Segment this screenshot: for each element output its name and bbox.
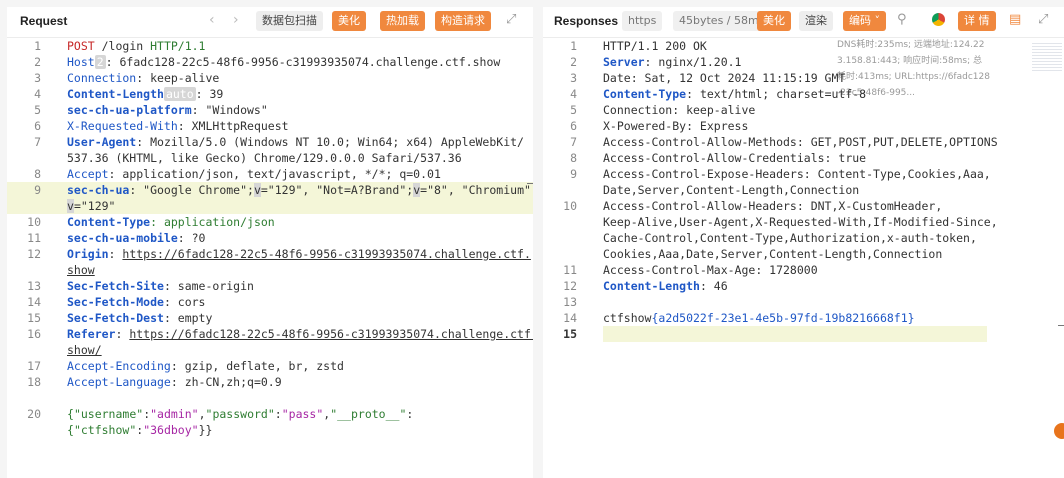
code-line: 1 POST /login HTTP/1.1 <box>34 39 206 53</box>
code-line: 6 X-Requested-With: XMLHttpRequest <box>34 119 289 133</box>
code-line: 2 Server: nginx/1.20.1 <box>570 55 742 69</box>
expand-icon[interactable]: ⤢ <box>1038 12 1048 27</box>
code-line: 7 Access-Control-Allow-Methods: GET,POST,… <box>570 135 998 149</box>
code-line-wrap: Cookies,Aaa,Date,Server,Content-Length,C… <box>603 247 943 261</box>
code-line-highlighted: 9 sec-ch-ua: "Google Chrome";v="129", "No… <box>7 182 533 198</box>
message-icon[interactable]: ▤ <box>1009 12 1021 27</box>
code-line: 13 <box>563 295 577 309</box>
code-line-wrap: show <box>67 263 95 277</box>
code-line: 14 Sec-Fetch-Mode: cors <box>27 295 206 309</box>
code-line: 5 sec-ch-ua-platform: "Windows" <box>34 103 268 117</box>
back-arrow-icon[interactable]: ‹ <box>209 12 215 28</box>
code-line: 20 {"username":"admin","password":"pass",… <box>27 407 414 421</box>
code-line: 18 Accept-Language: zh-CN,zh;q=0.9 <box>27 375 282 389</box>
code-line: 2 Host 2: 6fadc128-22c5-48f6-9956-c3199393… <box>34 55 501 69</box>
code-line: 1 HTTP/1.1 200 OK <box>570 39 707 53</box>
construct-request-button[interactable]: 构造请求 <box>435 11 491 31</box>
detail-button[interactable]: 详 情 <box>958 11 996 31</box>
code-line: 17 Accept-Encoding: gzip, deflate, br, zs… <box>27 359 344 373</box>
scroll-marker <box>527 183 533 184</box>
code-line: 15 Sec-Fetch-Dest: empty <box>27 311 213 325</box>
code-line-wrap: 537.36 (KHTML, like Gecko) Chrome/129.0.… <box>67 151 462 165</box>
hot-load-button[interactable]: 热加载 <box>380 11 425 31</box>
code-line-wrap: Cache-Control,Content-Type,Authorization… <box>603 231 977 245</box>
protocol-badge: https <box>622 11 663 31</box>
code-line-wrap: Keep-Alive,User-Agent,X-Requested-With,I… <box>603 215 998 229</box>
code-line: 4 Content-Type: text/html; charset=utf-8 <box>570 87 867 101</box>
code-line: 6 X-Powered-By: Express <box>570 119 749 133</box>
packet-scan-button[interactable]: 数据包扫描 <box>256 11 323 31</box>
code-line-wrap: show/ <box>67 343 102 357</box>
code-line: 7 User-Agent: Mozilla/5.0 (Windows NT 10.… <box>34 135 524 149</box>
code-line: 3 Connection: keep-alive <box>34 71 220 85</box>
size-info: 45bytes / 58m <box>673 11 765 31</box>
floating-assistant-icon[interactable] <box>1054 423 1064 439</box>
code-line: 11 sec-ch-ua-mobile: ?0 <box>27 231 206 245</box>
code-line: 5 Connection: keep-alive <box>570 103 756 117</box>
code-line-wrap: {"ctfshow":"36dboy"}} <box>67 423 213 437</box>
code-line-wrap: Date,Server,Content-Length,Connection <box>603 183 860 197</box>
response-pane: Responses https 45bytes / 58m 美化 渲染 编码 ˅… <box>543 7 1064 478</box>
code-line-current: 15 <box>543 326 987 342</box>
expand-icon[interactable]: ⤢ <box>506 12 516 27</box>
request-title: Request <box>20 14 68 28</box>
scroll-marker <box>1058 325 1064 326</box>
code-line: 11 Access-Control-Max-Age: 1728000 <box>563 263 818 277</box>
request-header: Request ‹ › 数据包扫描 美化 热加载 构造请求 ⤢ <box>7 7 533 38</box>
code-line: 10 Content-Type: application/json <box>27 215 275 229</box>
response-header: Responses https 45bytes / 58m 美化 渲染 编码 ˅… <box>543 7 1064 38</box>
code-line: 8 Access-Control-Allow-Credentials: true <box>570 151 867 165</box>
response-beautify-button[interactable]: 美化 <box>757 11 791 31</box>
chevron-down-icon: ˅ <box>874 14 881 27</box>
code-line-wrap: v="129" <box>7 198 533 214</box>
code-line: 4 Content-Length auto: 39 <box>34 87 224 101</box>
encode-dropdown[interactable]: 编码 ˅ <box>843 11 886 31</box>
code-line: 16 Referer: https://6fadc128-22c5-48f6-99… <box>27 327 533 341</box>
code-line: 13 Sec-Fetch-Site: same-origin <box>27 279 254 293</box>
beautify-button[interactable]: 美化 <box>332 11 366 31</box>
code-line: 8 Accept: application/json, text/javascri… <box>34 167 441 181</box>
forward-arrow-icon[interactable]: › <box>233 12 239 28</box>
render-button[interactable]: 渲染 <box>799 11 833 31</box>
response-title: Responses <box>554 14 619 28</box>
search-icon[interactable]: ⚲ <box>897 12 907 27</box>
request-pane: Request ‹ › 数据包扫描 美化 热加载 构造请求 ⤢ 1 POST /l… <box>7 7 533 478</box>
chrome-icon[interactable] <box>932 13 945 26</box>
code-line: 12 Content-Length: 46 <box>563 279 728 293</box>
code-line: 14 ctfshow{a2d5022f-23e1-4e5b-97fd-19b821… <box>563 311 915 325</box>
code-line: 3 Date: Sat, 12 Oct 2024 11:15:19 GMT <box>570 71 846 85</box>
code-line: 10 Access-Control-Allow-Headers: DNT,X-Cu… <box>563 199 943 213</box>
code-line: 12 Origin: https://6fadc128-22c5-48f6-995… <box>27 247 531 261</box>
code-line: 9 Access-Control-Expose-Headers: Content-… <box>570 167 991 181</box>
